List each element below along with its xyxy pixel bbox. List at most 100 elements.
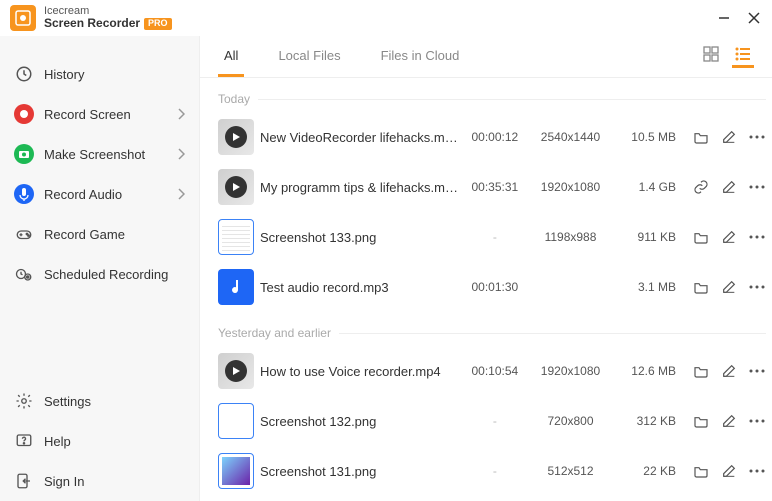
sidebar-item-label: Record Screen	[44, 107, 131, 122]
file-size: 1.4 GB	[616, 180, 676, 194]
screenshot-thumb[interactable]	[218, 403, 254, 439]
sidebar-item-screenshot[interactable]: Make Screenshot	[0, 134, 199, 174]
camera-green-icon	[14, 144, 34, 164]
file-dimensions: 1920x1080	[531, 364, 611, 378]
more-button[interactable]	[748, 128, 766, 146]
open-folder-button[interactable]	[692, 462, 710, 480]
more-button[interactable]	[748, 228, 766, 246]
view-list-button[interactable]	[732, 46, 754, 68]
list-item[interactable]: Screenshot 132.png-720x800312 KB	[218, 396, 766, 446]
open-folder-button[interactable]	[692, 362, 710, 380]
group-header: Today	[218, 78, 766, 112]
pro-badge: PRO	[144, 18, 172, 30]
more-button[interactable]	[748, 412, 766, 430]
file-duration: 00:01:30	[465, 280, 525, 294]
screenshot-thumb[interactable]	[218, 453, 254, 489]
sidebar-item-label: History	[44, 67, 84, 82]
edit-button[interactable]	[720, 228, 738, 246]
help-icon	[14, 431, 34, 451]
sidebar-item-record-game[interactable]: Record Game	[0, 214, 199, 254]
sidebar-item-label: Scheduled Recording	[44, 267, 168, 282]
open-folder-button[interactable]	[692, 228, 710, 246]
list-item[interactable]: My programm tips & lifehacks.mp4 00:35:31…	[218, 162, 766, 212]
edit-button[interactable]	[720, 278, 738, 296]
list-item[interactable]: How to use Voice recorder.mp4 00:10:54 192…	[218, 346, 766, 396]
file-dimensions: 720x800	[531, 414, 611, 428]
gamepad-icon	[14, 224, 34, 244]
file-dimensions: 1198x988	[531, 230, 611, 244]
tab-all[interactable]: All	[218, 36, 244, 77]
rec-red-icon	[14, 104, 34, 124]
file-dimensions: 512x512	[531, 464, 611, 478]
sidebar-item-settings[interactable]: Settings	[0, 381, 199, 421]
play-icon	[225, 126, 247, 148]
list-item[interactable]: New VideoRecorder lifehacks.mp400:00:122…	[218, 112, 766, 162]
edit-button[interactable]	[720, 128, 738, 146]
file-list[interactable]: TodayNew VideoRecorder lifehacks.mp400:0…	[200, 78, 772, 501]
list-item[interactable]: Screenshot 133.png-1198x988 911 KB	[218, 212, 766, 262]
tab-cloud[interactable]: Files in Cloud	[375, 36, 466, 77]
schedule-icon	[14, 264, 34, 284]
app-logo-icon	[10, 5, 36, 31]
sidebar-item-help[interactable]: Help	[0, 421, 199, 461]
video-thumb[interactable]	[218, 353, 254, 389]
edit-button[interactable]	[720, 362, 738, 380]
audio-thumb[interactable]	[218, 269, 254, 305]
sidebar-item-scheduled[interactable]: Scheduled Recording	[0, 254, 199, 294]
sidebar-item-record-audio[interactable]: Record Audio	[0, 174, 199, 214]
mic-blue-icon	[14, 184, 34, 204]
more-button[interactable]	[748, 178, 766, 196]
file-name: How to use Voice recorder.mp4	[260, 364, 459, 379]
close-button[interactable]	[746, 10, 762, 26]
play-icon	[225, 360, 247, 382]
edit-button[interactable]	[720, 462, 738, 480]
file-size: 12.6 MB	[616, 364, 676, 378]
file-name: Test audio record.mp3	[260, 280, 459, 295]
more-button[interactable]	[748, 278, 766, 296]
open-folder-button[interactable]	[692, 278, 710, 296]
minimize-button[interactable]	[716, 10, 732, 26]
file-duration: -	[465, 464, 525, 478]
file-dimensions: 1920x1080	[531, 180, 611, 194]
gear-icon	[14, 391, 34, 411]
list-item[interactable]: Screenshot 131.png-512x51222 KB	[218, 446, 766, 496]
file-name: Screenshot 131.png	[260, 464, 459, 479]
sidebar-item-record-screen[interactable]: Record Screen	[0, 94, 199, 134]
file-duration: 00:10:54	[465, 364, 525, 378]
open-folder-button[interactable]	[692, 128, 710, 146]
sidebar-item-label: Record Audio	[44, 187, 122, 202]
file-duration: 00:35:31	[465, 180, 525, 194]
tabs: All Local Files Files in Cloud	[200, 36, 772, 78]
more-button[interactable]	[748, 462, 766, 480]
chevron-right-icon	[177, 188, 185, 200]
edit-button[interactable]	[720, 412, 738, 430]
sidebar-item-history[interactable]: History	[0, 54, 199, 94]
file-name: Screenshot 132.png	[260, 414, 459, 429]
video-thumb[interactable]	[218, 119, 254, 155]
file-size: 911 KB	[616, 230, 676, 244]
sidebar-item-label: Make Screenshot	[44, 147, 145, 162]
list-item[interactable]: Test audio record.mp300:01:303.1 MB	[218, 262, 766, 312]
open-folder-button[interactable]	[692, 412, 710, 430]
file-name: Screenshot 133.png	[260, 230, 459, 245]
video-thumb[interactable]	[218, 169, 254, 205]
tab-local[interactable]: Local Files	[272, 36, 346, 77]
chevron-right-icon	[177, 148, 185, 160]
sidebar-item-label: Record Game	[44, 227, 125, 242]
main-panel: All Local Files Files in Cloud TodayNew Vi…	[200, 36, 772, 501]
sidebar-item-label: Sign In	[44, 474, 84, 489]
file-dimensions: 2540x1440	[531, 130, 611, 144]
sidebar-item-signin[interactable]: Sign In	[0, 461, 199, 501]
sidebar-item-label: Help	[44, 434, 71, 449]
file-duration: -	[465, 230, 525, 244]
file-duration: 00:00:12	[465, 130, 525, 144]
title-main: Screen Recorder	[44, 17, 140, 30]
file-name: My programm tips & lifehacks.mp4	[260, 180, 459, 195]
edit-button[interactable]	[720, 178, 738, 196]
screenshot-thumb[interactable]	[218, 219, 254, 255]
view-grid-button[interactable]	[700, 46, 722, 68]
more-button[interactable]	[748, 362, 766, 380]
file-size: 10.5 MB	[616, 130, 676, 144]
link-button[interactable]	[692, 178, 710, 196]
file-size: 312 KB	[616, 414, 676, 428]
